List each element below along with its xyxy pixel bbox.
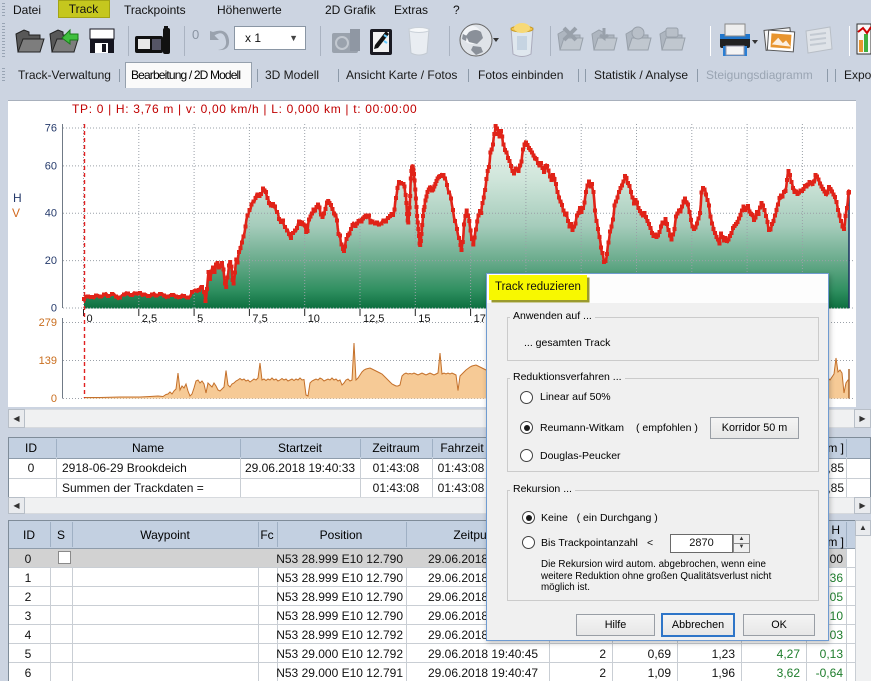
svg-text:0: 0	[51, 303, 57, 315]
svg-text:20: 20	[45, 255, 57, 267]
svg-text:H: H	[13, 191, 22, 205]
svg-text:139: 139	[39, 355, 57, 367]
svg-text:5: 5	[197, 313, 203, 325]
svg-text:V: V	[12, 206, 20, 220]
svg-text:7,5: 7,5	[252, 313, 267, 325]
svg-text:0: 0	[87, 313, 93, 325]
svg-text:60: 60	[45, 160, 57, 172]
svg-text:40: 40	[45, 208, 57, 220]
svg-text:76: 76	[45, 123, 57, 135]
svg-text:279: 279	[39, 317, 57, 329]
svg-text:15: 15	[418, 313, 430, 325]
svg-text:10: 10	[308, 313, 320, 325]
svg-text:12,5: 12,5	[363, 313, 384, 325]
svg-text:0: 0	[51, 393, 57, 405]
svg-text:2,5: 2,5	[142, 313, 157, 325]
